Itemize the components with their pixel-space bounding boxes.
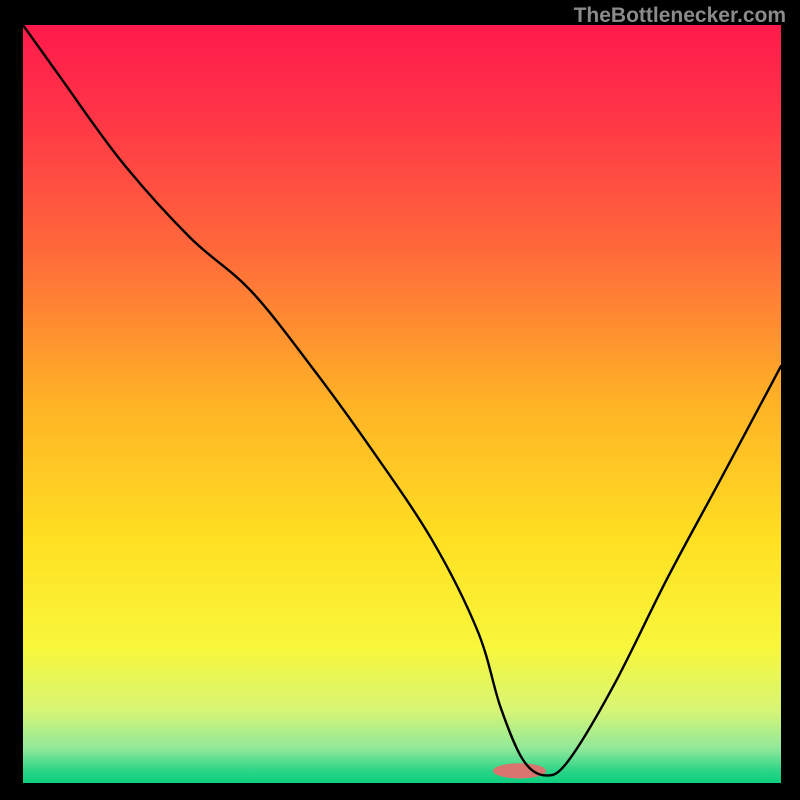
optimal-marker bbox=[493, 763, 546, 778]
gradient-background bbox=[23, 25, 781, 783]
plot-area bbox=[23, 25, 781, 783]
chart-frame: TheBottlenecker.com bbox=[0, 0, 800, 800]
plot-svg bbox=[23, 25, 781, 783]
